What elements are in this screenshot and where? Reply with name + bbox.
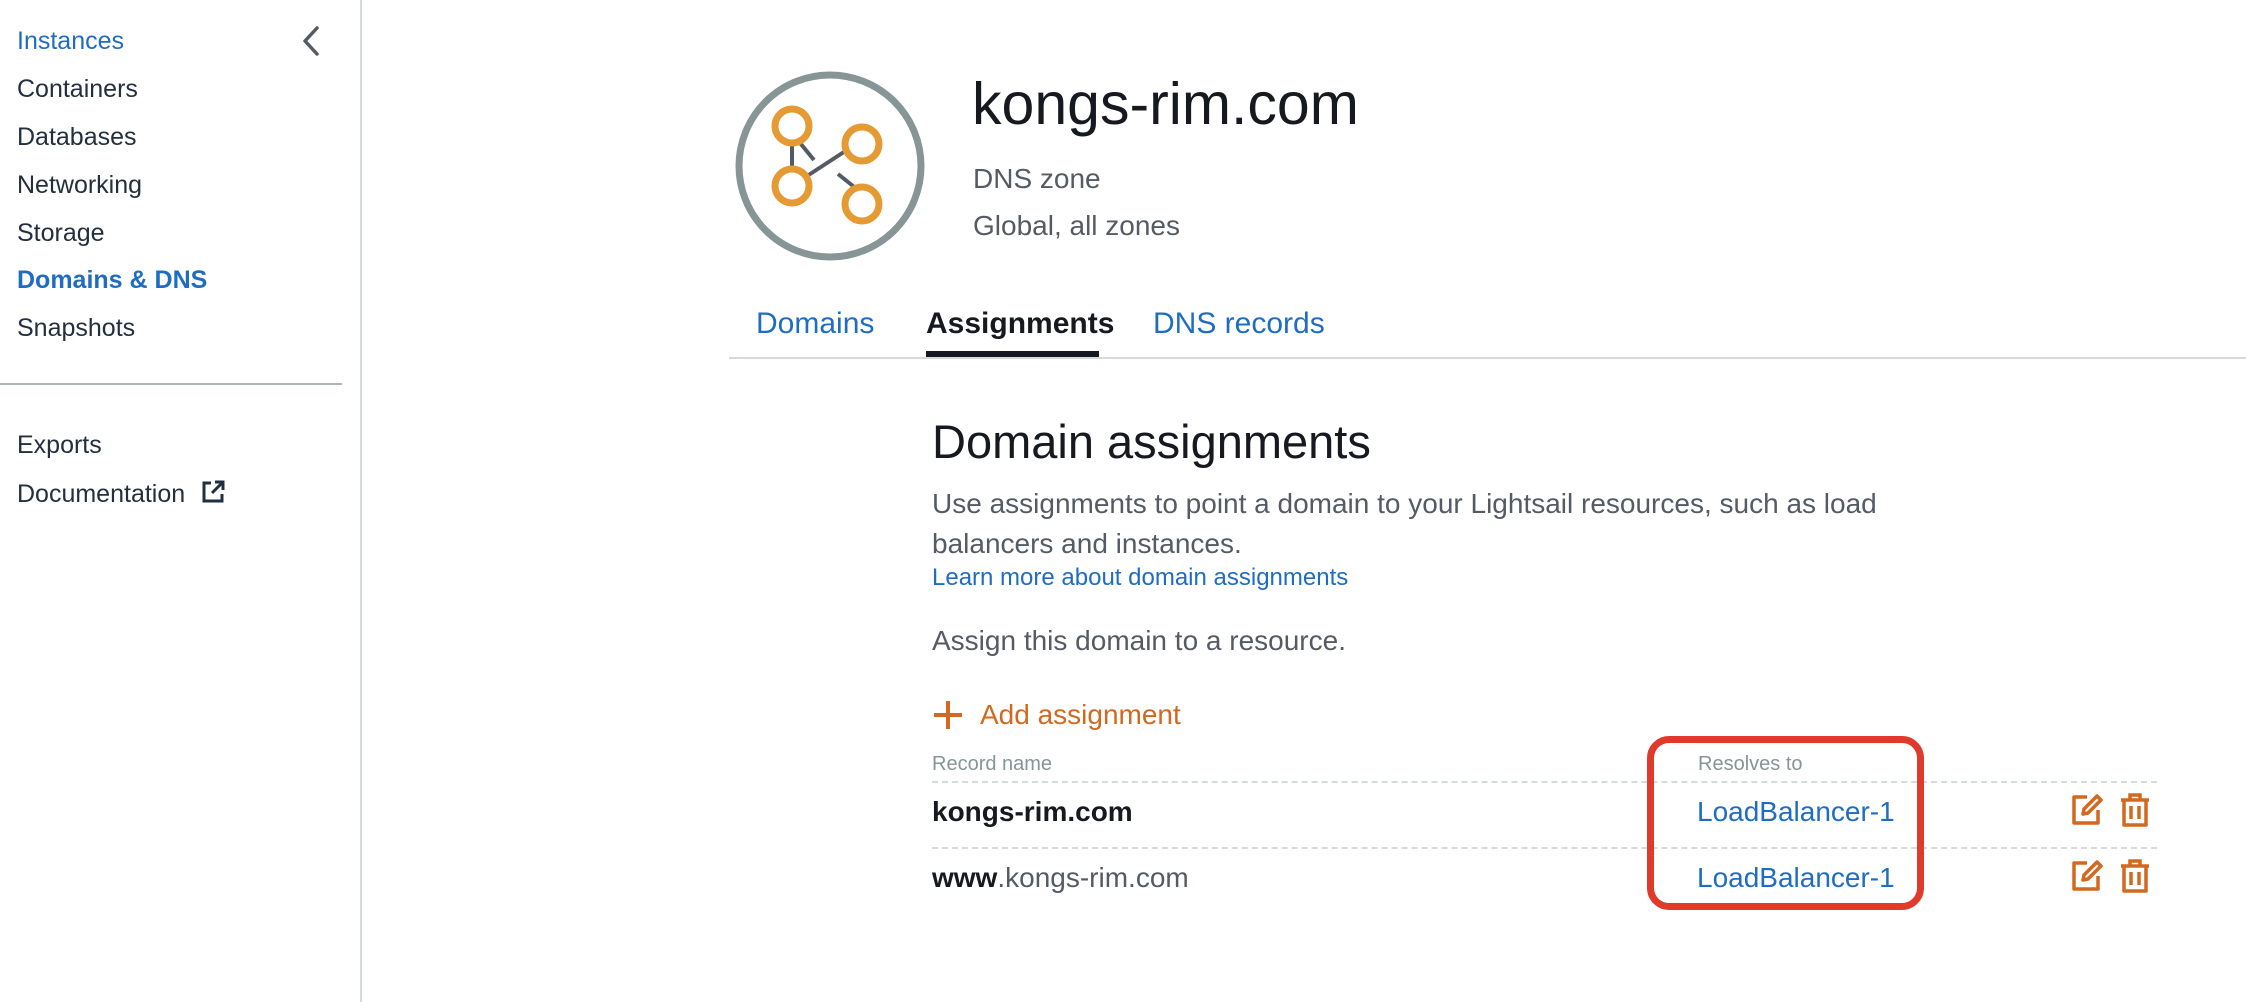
dns-zone-icon bbox=[735, 71, 925, 261]
assign-instruction: Assign this domain to a resource. bbox=[932, 625, 1346, 656]
sidebar-item-exports[interactable]: Exports bbox=[17, 431, 102, 460]
learn-more-link[interactable]: Learn more about domain assignments bbox=[932, 564, 1348, 592]
edit-icon[interactable] bbox=[2069, 792, 2103, 828]
tab-assignments[interactable]: Assignments bbox=[926, 307, 1114, 341]
section-description: Use assignments to point a domain to you… bbox=[932, 488, 1877, 559]
add-assignment-button[interactable]: Add assignment bbox=[932, 695, 1181, 735]
delete-icon[interactable] bbox=[2118, 792, 2152, 828]
active-tab-indicator bbox=[926, 351, 1099, 357]
zone-type: DNS zone bbox=[973, 163, 1101, 194]
table-row-record-name: kongs-rim.com bbox=[932, 796, 1133, 828]
add-assignment-label: Add assignment bbox=[980, 699, 1181, 730]
table-row-record-name: www.kongs-rim.com bbox=[932, 862, 1189, 894]
sidebar-item-domains-dns[interactable]: Domains & DNS bbox=[17, 266, 207, 295]
record-name-prefix: kongs-rim.com bbox=[932, 796, 1133, 827]
page-title: kongs-rim.com bbox=[972, 71, 1359, 137]
section-heading: Domain assignments bbox=[932, 415, 1371, 468]
sidebar-item-containers[interactable]: Containers bbox=[17, 75, 138, 104]
edit-icon[interactable] bbox=[2069, 858, 2103, 894]
column-header-record-name: Record name bbox=[932, 753, 1053, 775]
sidebar-item-networking[interactable]: Networking bbox=[17, 171, 142, 200]
sidebar-item-documentation[interactable]: Documentation bbox=[17, 479, 226, 509]
tab-dns-records[interactable]: DNS records bbox=[1153, 307, 1325, 341]
sidebar-item-instances[interactable]: Instances bbox=[17, 27, 124, 56]
chevron-left-icon[interactable] bbox=[296, 24, 326, 58]
tab-domains[interactable]: Domains bbox=[756, 307, 874, 341]
zone-region: Global, all zones bbox=[973, 210, 1181, 241]
sidebar: Instances Containers Databases Networkin… bbox=[0, 0, 362, 1002]
record-name-prefix: www bbox=[932, 862, 998, 893]
sidebar-item-storage[interactable]: Storage bbox=[17, 219, 105, 248]
row-divider bbox=[932, 781, 2157, 783]
highlight-annotation bbox=[1647, 736, 1924, 910]
sidebar-divider bbox=[0, 383, 342, 385]
tabs-divider bbox=[729, 357, 2246, 359]
record-name-suffix: .kongs-rim.com bbox=[997, 862, 1189, 893]
sidebar-item-snapshots[interactable]: Snapshots bbox=[17, 314, 135, 343]
sidebar-item-label: Documentation bbox=[17, 480, 186, 508]
sidebar-item-databases[interactable]: Databases bbox=[17, 123, 137, 152]
plus-icon bbox=[934, 701, 962, 729]
row-divider bbox=[932, 847, 2157, 849]
delete-icon[interactable] bbox=[2118, 858, 2152, 894]
external-link-icon bbox=[202, 480, 225, 503]
